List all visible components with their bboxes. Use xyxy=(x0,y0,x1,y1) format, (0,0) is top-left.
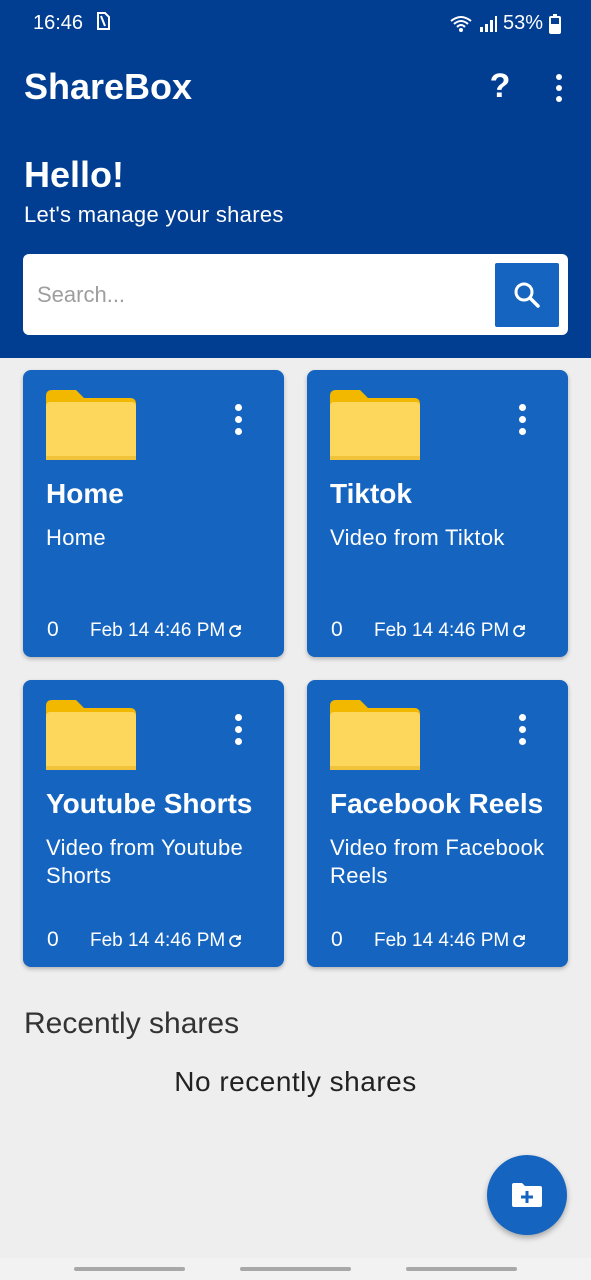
card-count: 0 xyxy=(47,618,59,641)
status-time: 16:46 xyxy=(33,12,84,34)
card-date: Feb 14 4:46 PM xyxy=(374,620,526,642)
subtitle: Let's manage your shares xyxy=(24,202,284,227)
card-date-text: Feb 14 4:46 PM xyxy=(374,620,510,641)
card-date-text: Feb 14 4:46 PM xyxy=(90,930,226,951)
card-description: Home xyxy=(46,525,106,550)
battery-icon xyxy=(549,13,561,34)
folder-card-home[interactable]: Home Home 0 Feb 14 4:46 PM xyxy=(23,370,284,657)
more-vertical-icon xyxy=(223,710,253,745)
add-folder-button[interactable] xyxy=(487,1155,567,1235)
status-bar: 16:46 53% xyxy=(0,0,591,48)
card-title: Tiktok xyxy=(330,478,412,509)
folder-card-youtube-shorts[interactable]: Youtube Shorts Video from Youtube Shorts… xyxy=(23,680,284,967)
card-date-text: Feb 14 4:46 PM xyxy=(90,620,226,641)
sync-icon xyxy=(513,625,526,637)
folder-icon xyxy=(46,390,136,460)
more-vertical-icon xyxy=(544,70,574,102)
folder-card-facebook-reels[interactable]: Facebook Reels Video from Facebook Reels… xyxy=(307,680,568,967)
card-date-text: Feb 14 4:46 PM xyxy=(374,930,510,951)
more-vertical-icon xyxy=(223,400,253,435)
recent-section-title: Recently shares xyxy=(24,1007,240,1040)
battery-percent: 53% xyxy=(502,12,543,34)
folder-icon xyxy=(330,700,420,770)
search-input[interactable] xyxy=(37,274,477,316)
status-indicators: 53% xyxy=(449,12,561,35)
card-menu-button[interactable] xyxy=(507,710,537,746)
sync-icon xyxy=(229,935,242,947)
wifi-icon xyxy=(450,15,472,32)
folder-card-tiktok[interactable]: Tiktok Video from Tiktok 0 Feb 14 4:46 P… xyxy=(307,370,568,657)
signal-icon xyxy=(479,15,497,32)
card-description: Video from Facebook Reels xyxy=(330,835,545,888)
card-date: Feb 14 4:46 PM xyxy=(374,930,526,952)
card-count: 0 xyxy=(331,618,343,641)
more-vertical-icon xyxy=(507,710,537,745)
system-navigation-bar xyxy=(0,1258,591,1280)
more-vertical-icon xyxy=(507,400,537,435)
card-menu-button[interactable] xyxy=(507,400,537,436)
app-title: ShareBox xyxy=(24,66,193,107)
card-count: 0 xyxy=(47,928,59,951)
search-icon xyxy=(514,282,540,308)
recent-empty-text: No recently shares xyxy=(174,1066,417,1097)
nav-recents-handle[interactable] xyxy=(74,1267,185,1271)
nav-back-handle[interactable] xyxy=(406,1267,517,1271)
card-date: Feb 14 4:46 PM xyxy=(90,930,242,952)
card-count: 0 xyxy=(331,928,343,951)
overflow-menu-button[interactable] xyxy=(544,70,574,102)
card-description: Video from Tiktok xyxy=(330,525,505,550)
card-title: Home xyxy=(46,478,124,509)
add-folder-icon xyxy=(512,1183,542,1207)
card-title: Facebook Reels xyxy=(330,788,544,819)
greeting: Hello! xyxy=(24,154,125,195)
card-menu-button[interactable] xyxy=(223,710,253,746)
app-header: 16:46 53% ShareBox ? Hello! Let's manage… xyxy=(0,0,591,358)
nav-home-handle[interactable] xyxy=(240,1267,351,1271)
card-title: Youtube Shorts xyxy=(46,788,253,819)
help-button[interactable]: ? xyxy=(484,64,516,108)
card-menu-button[interactable] xyxy=(223,400,253,436)
folder-icon xyxy=(46,700,136,770)
sync-icon xyxy=(513,935,526,947)
card-date: Feb 14 4:46 PM xyxy=(90,620,242,642)
search-box xyxy=(23,254,568,335)
sync-icon xyxy=(229,625,242,637)
search-button[interactable] xyxy=(495,263,559,327)
card-description: Video from Youtube Shorts xyxy=(46,835,244,888)
folder-icon xyxy=(330,390,420,460)
sim-icon xyxy=(96,12,110,36)
